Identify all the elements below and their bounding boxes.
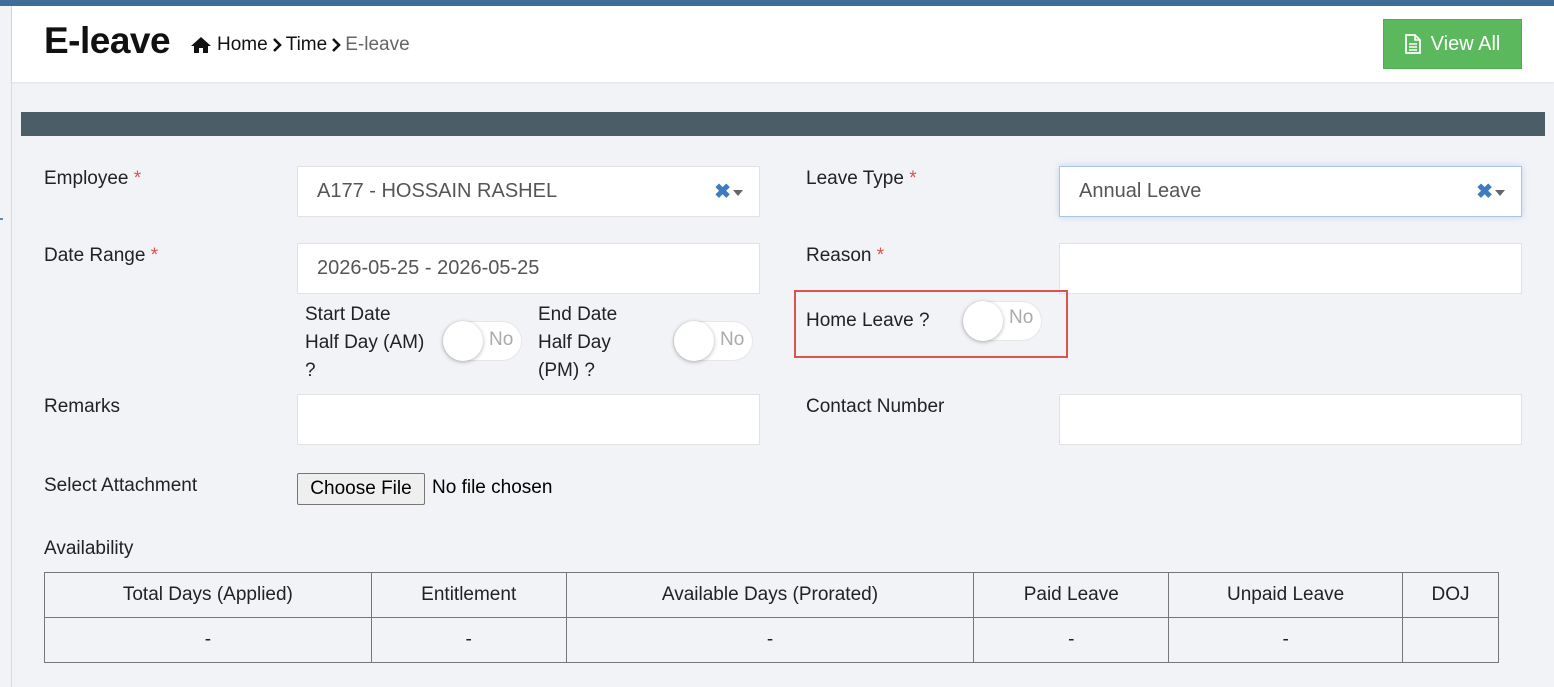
table-cell: -: [370, 617, 567, 663]
date-range-input[interactable]: 2026-05-25 - 2026-05-25: [297, 243, 760, 294]
toggle-state: No: [720, 329, 745, 350]
breadcrumb: Home Time E-leave: [190, 34, 410, 56]
employee-select[interactable]: A177 - HOSSAIN RASHEL ✖: [297, 166, 760, 217]
breadcrumb-home[interactable]: Home: [217, 34, 268, 56]
table-cell: -: [565, 617, 975, 663]
toggle-knob: [674, 321, 714, 361]
file-status: No file chosen: [432, 477, 553, 498]
contact-number-input[interactable]: [1059, 394, 1522, 445]
employee-value: A177 - HOSSAIN RASHEL: [317, 180, 558, 202]
breadcrumb-time[interactable]: Time: [286, 34, 328, 56]
chevron-right-icon: [272, 38, 282, 52]
attachment-label: Select Attachment: [44, 475, 198, 496]
home-icon: [190, 36, 212, 54]
sidebar-edge: [11, 6, 12, 687]
table-cell: -: [973, 617, 1170, 663]
column-header: Total Days (Applied): [44, 572, 372, 618]
table-row: - - - - -: [44, 617, 1499, 663]
end-half-day-label: End Date Half Day (PM) ?: [538, 304, 618, 381]
document-icon: [1404, 34, 1421, 54]
table-header-row: Total Days (Applied) Entitlement Availab…: [44, 572, 1499, 618]
remarks-label: Remarks: [44, 396, 121, 417]
clear-icon[interactable]: ✖: [1476, 182, 1493, 202]
page-header: E-leave Home Time E-leave View All: [12, 6, 1554, 82]
clear-icon[interactable]: ✖: [714, 182, 731, 202]
dropdown-caret-icon: [733, 190, 743, 196]
date-range-value: 2026-05-25 - 2026-05-25: [317, 257, 540, 279]
table-cell: -: [1168, 617, 1404, 663]
column-header: Unpaid Leave: [1168, 572, 1404, 618]
view-all-button[interactable]: View All: [1383, 19, 1522, 69]
table-cell: [1402, 617, 1499, 663]
breadcrumb-current: E-leave: [345, 34, 410, 55]
reason-label: Reason *: [806, 245, 885, 266]
column-header: DOJ: [1402, 572, 1499, 618]
sidebar-marker: [0, 218, 3, 220]
start-half-day-label: Start Date Half Day (AM) ?: [305, 304, 425, 381]
dropdown-caret-icon: [1495, 190, 1505, 196]
chevron-right-icon: [331, 38, 342, 52]
leave-type-label: Leave Type *: [806, 168, 917, 189]
start-half-day-toggle[interactable]: No: [442, 321, 522, 361]
table-cell: -: [44, 617, 372, 663]
form-section-bar: [21, 112, 1545, 136]
availability-title: Availability: [44, 538, 134, 559]
reason-input[interactable]: [1059, 243, 1522, 294]
contact-number-label: Contact Number: [806, 396, 945, 417]
toggle-knob: [443, 321, 483, 361]
leave-type-select[interactable]: Annual Leave ✖: [1059, 166, 1522, 217]
column-header: Available Days (Prorated): [565, 572, 975, 618]
home-leave-toggle[interactable]: No: [962, 301, 1042, 341]
column-header: Paid Leave: [973, 572, 1170, 618]
date-range-label: Date Range *: [44, 245, 159, 266]
page-title: E-leave: [44, 20, 171, 61]
leave-type-value: Annual Leave: [1079, 180, 1202, 202]
toggle-knob: [963, 301, 1003, 341]
choose-file-button[interactable]: Choose File: [297, 473, 425, 505]
availability-table: Total Days (Applied) Entitlement Availab…: [44, 572, 1499, 663]
end-half-day-toggle[interactable]: No: [673, 321, 753, 361]
home-leave-label: Home Leave ?: [806, 310, 930, 331]
toggle-state: No: [1009, 307, 1034, 328]
remarks-input[interactable]: [297, 394, 760, 445]
employee-label: Employee *: [44, 168, 142, 189]
view-all-label: View All: [1430, 32, 1501, 55]
toggle-state: No: [489, 329, 514, 350]
column-header: Entitlement: [370, 572, 567, 618]
